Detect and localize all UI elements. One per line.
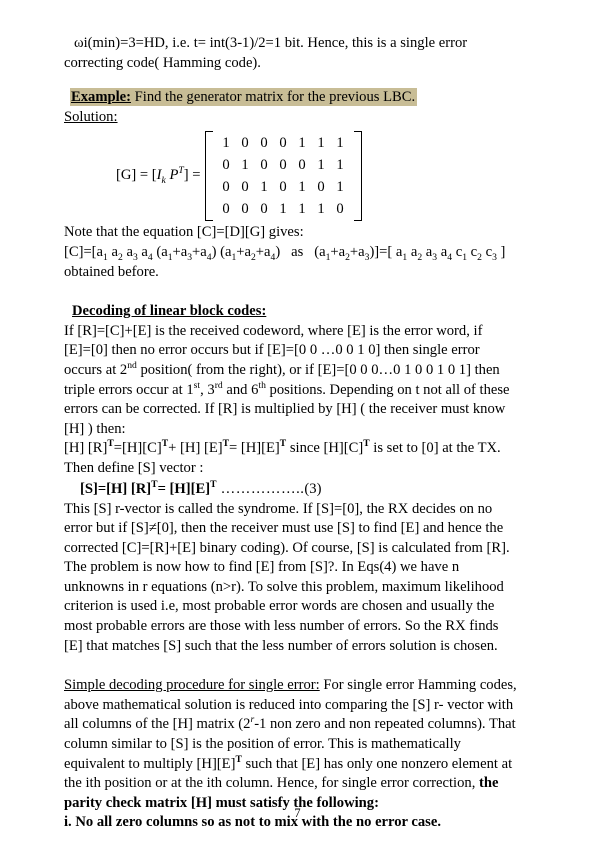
decoding-heading: Decoding of linear block codes:: [72, 303, 267, 320]
matrix-cell: 0: [336, 201, 344, 218]
simple-decoding-line-6: the ith position or at the ith column. H…: [64, 775, 499, 792]
decoding-line-5: errors can be corrected. If [R] is multi…: [64, 401, 506, 418]
matrix-cell: 0: [279, 157, 287, 174]
matrix-cell: 1: [241, 157, 249, 174]
generator-matrix: 1 0 0 0 1 1 1 0 1 0 0 0 1 1 0 0 1 0 1 0 …: [204, 131, 362, 222]
matrix-cell: 0: [241, 179, 249, 196]
matrix-rows: 1 0 0 0 1 1 1 0 1 0 0 0 1 1 0 0 1 0 1 0 …: [213, 131, 354, 221]
syndrome-equation: [S]=[H] [R]T= [H][E]T ……………..(3): [80, 478, 322, 497]
matrix-cell: 0: [279, 179, 287, 196]
example-line: Example: Find the generator matrix for t…: [64, 88, 539, 108]
matrix-row: 0 0 0 1 1 1 0: [217, 198, 350, 220]
matrix-cell: 0: [260, 135, 268, 152]
decoding-p2-line-2: error but if [S]≠[0], then the receiver …: [64, 520, 504, 537]
equation-number: (3): [304, 480, 322, 497]
decoding-line-4: triple errors occur at 1st, 3rd and 6th …: [64, 379, 510, 398]
decoding-p2-line-4: The problem is now how to find [E] from …: [64, 559, 460, 576]
matrix-cell: 0: [222, 201, 230, 218]
simple-decoding-line-4: column similar to [S] is the position of…: [64, 736, 461, 753]
matrix-cell: 0: [222, 179, 230, 196]
matrix-cell: 1: [298, 135, 306, 152]
simple-decoding-line-1: Simple decoding procedure for single err…: [64, 677, 517, 694]
matrix-cell: 1: [279, 201, 287, 218]
matrix-cell: 0: [260, 201, 268, 218]
matrix-cell: 1: [260, 179, 268, 196]
document-page: ωi(min)=3=HD, i.e. t= int(3-1)/2=1 bit. …: [0, 0, 595, 842]
decoding-p2-line-7: most probable errors are those with less…: [64, 618, 499, 635]
matrix-cell: 0: [260, 157, 268, 174]
matrix-cell: 1: [298, 179, 306, 196]
note-line-1: Note that the equation [C]=[D][G] gives:: [64, 224, 304, 241]
matrix-cell: 0: [317, 179, 325, 196]
decoding-p2-line-8: [E] that matches [S] such that the less …: [64, 637, 498, 654]
matrix-cell: 1: [317, 135, 325, 152]
matrix-cell: 0: [241, 135, 249, 152]
matrix-row: 1 0 0 0 1 1 1: [217, 132, 350, 154]
matrix-row: 0 0 1 0 1 0 1: [217, 176, 350, 198]
equation-dots: ……………..: [216, 480, 305, 497]
simple-decoding-line-2: above mathematical solution is reduced i…: [64, 696, 514, 713]
identity-subscript: k: [161, 174, 166, 186]
decoding-p2-line-1: This [S] r-vector is called the syndrome…: [64, 500, 493, 517]
note-line-3: obtained before.: [64, 263, 159, 280]
matrix-cell: 1: [336, 179, 344, 196]
intro-line-1: ωi(min)=3=HD, i.e. t= int(3-1)/2=1 bit. …: [74, 35, 468, 51]
example-label: Example:: [71, 89, 131, 106]
decoding-define-line: Then define [S] vector :: [64, 459, 204, 476]
decoding-p2-line-6: criterion is used i.e, most probable err…: [64, 598, 495, 615]
matrix-cell: 0: [222, 157, 230, 174]
intro-paragraph: ωi(min)=3=HD, i.e. t= int(3-1)/2=1 bit. …: [64, 34, 539, 73]
matrix-row: 0 1 0 0 0 1 1: [217, 154, 350, 176]
matrix-cell: 0: [298, 157, 306, 174]
matrix-cell: 1: [317, 201, 325, 218]
simple-decoding-heading: Simple decoding procedure for single err…: [64, 677, 320, 694]
matrix-cell: 0: [241, 201, 249, 218]
solution-label: Solution:: [64, 108, 118, 125]
example-text: Find the generator matrix for the previo…: [131, 89, 416, 106]
generator-matrix-equation: [G] = [Ik PT] = 1 0 0 0 1 1 1 0 1 0 0 0 …: [64, 131, 539, 222]
page-number: 7: [294, 806, 301, 820]
intro-line-2: correcting code( Hamming code).: [64, 54, 261, 71]
generator-lhs: [G] = [Ik PT] =: [116, 165, 201, 186]
decoding-p2-line-3: corrected [C]=[R]+[E] binary coding). Of…: [64, 539, 510, 556]
decoding-line-1: If [R]=[C]+[E] is the received codeword,…: [64, 322, 483, 339]
matrix-cell: 0: [279, 135, 287, 152]
decoding-line-3: occurs at 2nd position( from the right),…: [64, 360, 500, 378]
matrix-right-bracket: [353, 131, 362, 222]
matrix-cell: 1: [317, 157, 325, 174]
matrix-cell: 1: [336, 157, 344, 174]
decoding-line-6: [H] ) then:: [64, 420, 126, 437]
simple-decoding-line-5: equivalent to multiply [H][E]T such that…: [64, 753, 513, 772]
example-highlight: Example: Find the generator matrix for t…: [70, 88, 418, 107]
decoding-p2-line-5: unknowns in r equations (n>r). To solve …: [64, 578, 504, 595]
matrix-cell: 1: [298, 201, 306, 218]
simple-decoding-line-3: all columns of the [H] matrix (2r-1 non …: [64, 714, 516, 733]
matrix-cell: 1: [336, 135, 344, 152]
note-line-2: [C]=[a1 a2 a3 a4 (a1+a3+a4) (a1+a2+a4) a…: [64, 243, 506, 263]
matrix-cell: 1: [222, 135, 230, 152]
decoding-line-2: [E]=[0] then no error occurs but if [E]=…: [64, 342, 480, 359]
matrix-left-bracket: [204, 131, 213, 222]
decoding-h-equation: [H] [R]T=[H][C]T+ [H] [E]T= [H][E]T sinc…: [64, 438, 501, 457]
